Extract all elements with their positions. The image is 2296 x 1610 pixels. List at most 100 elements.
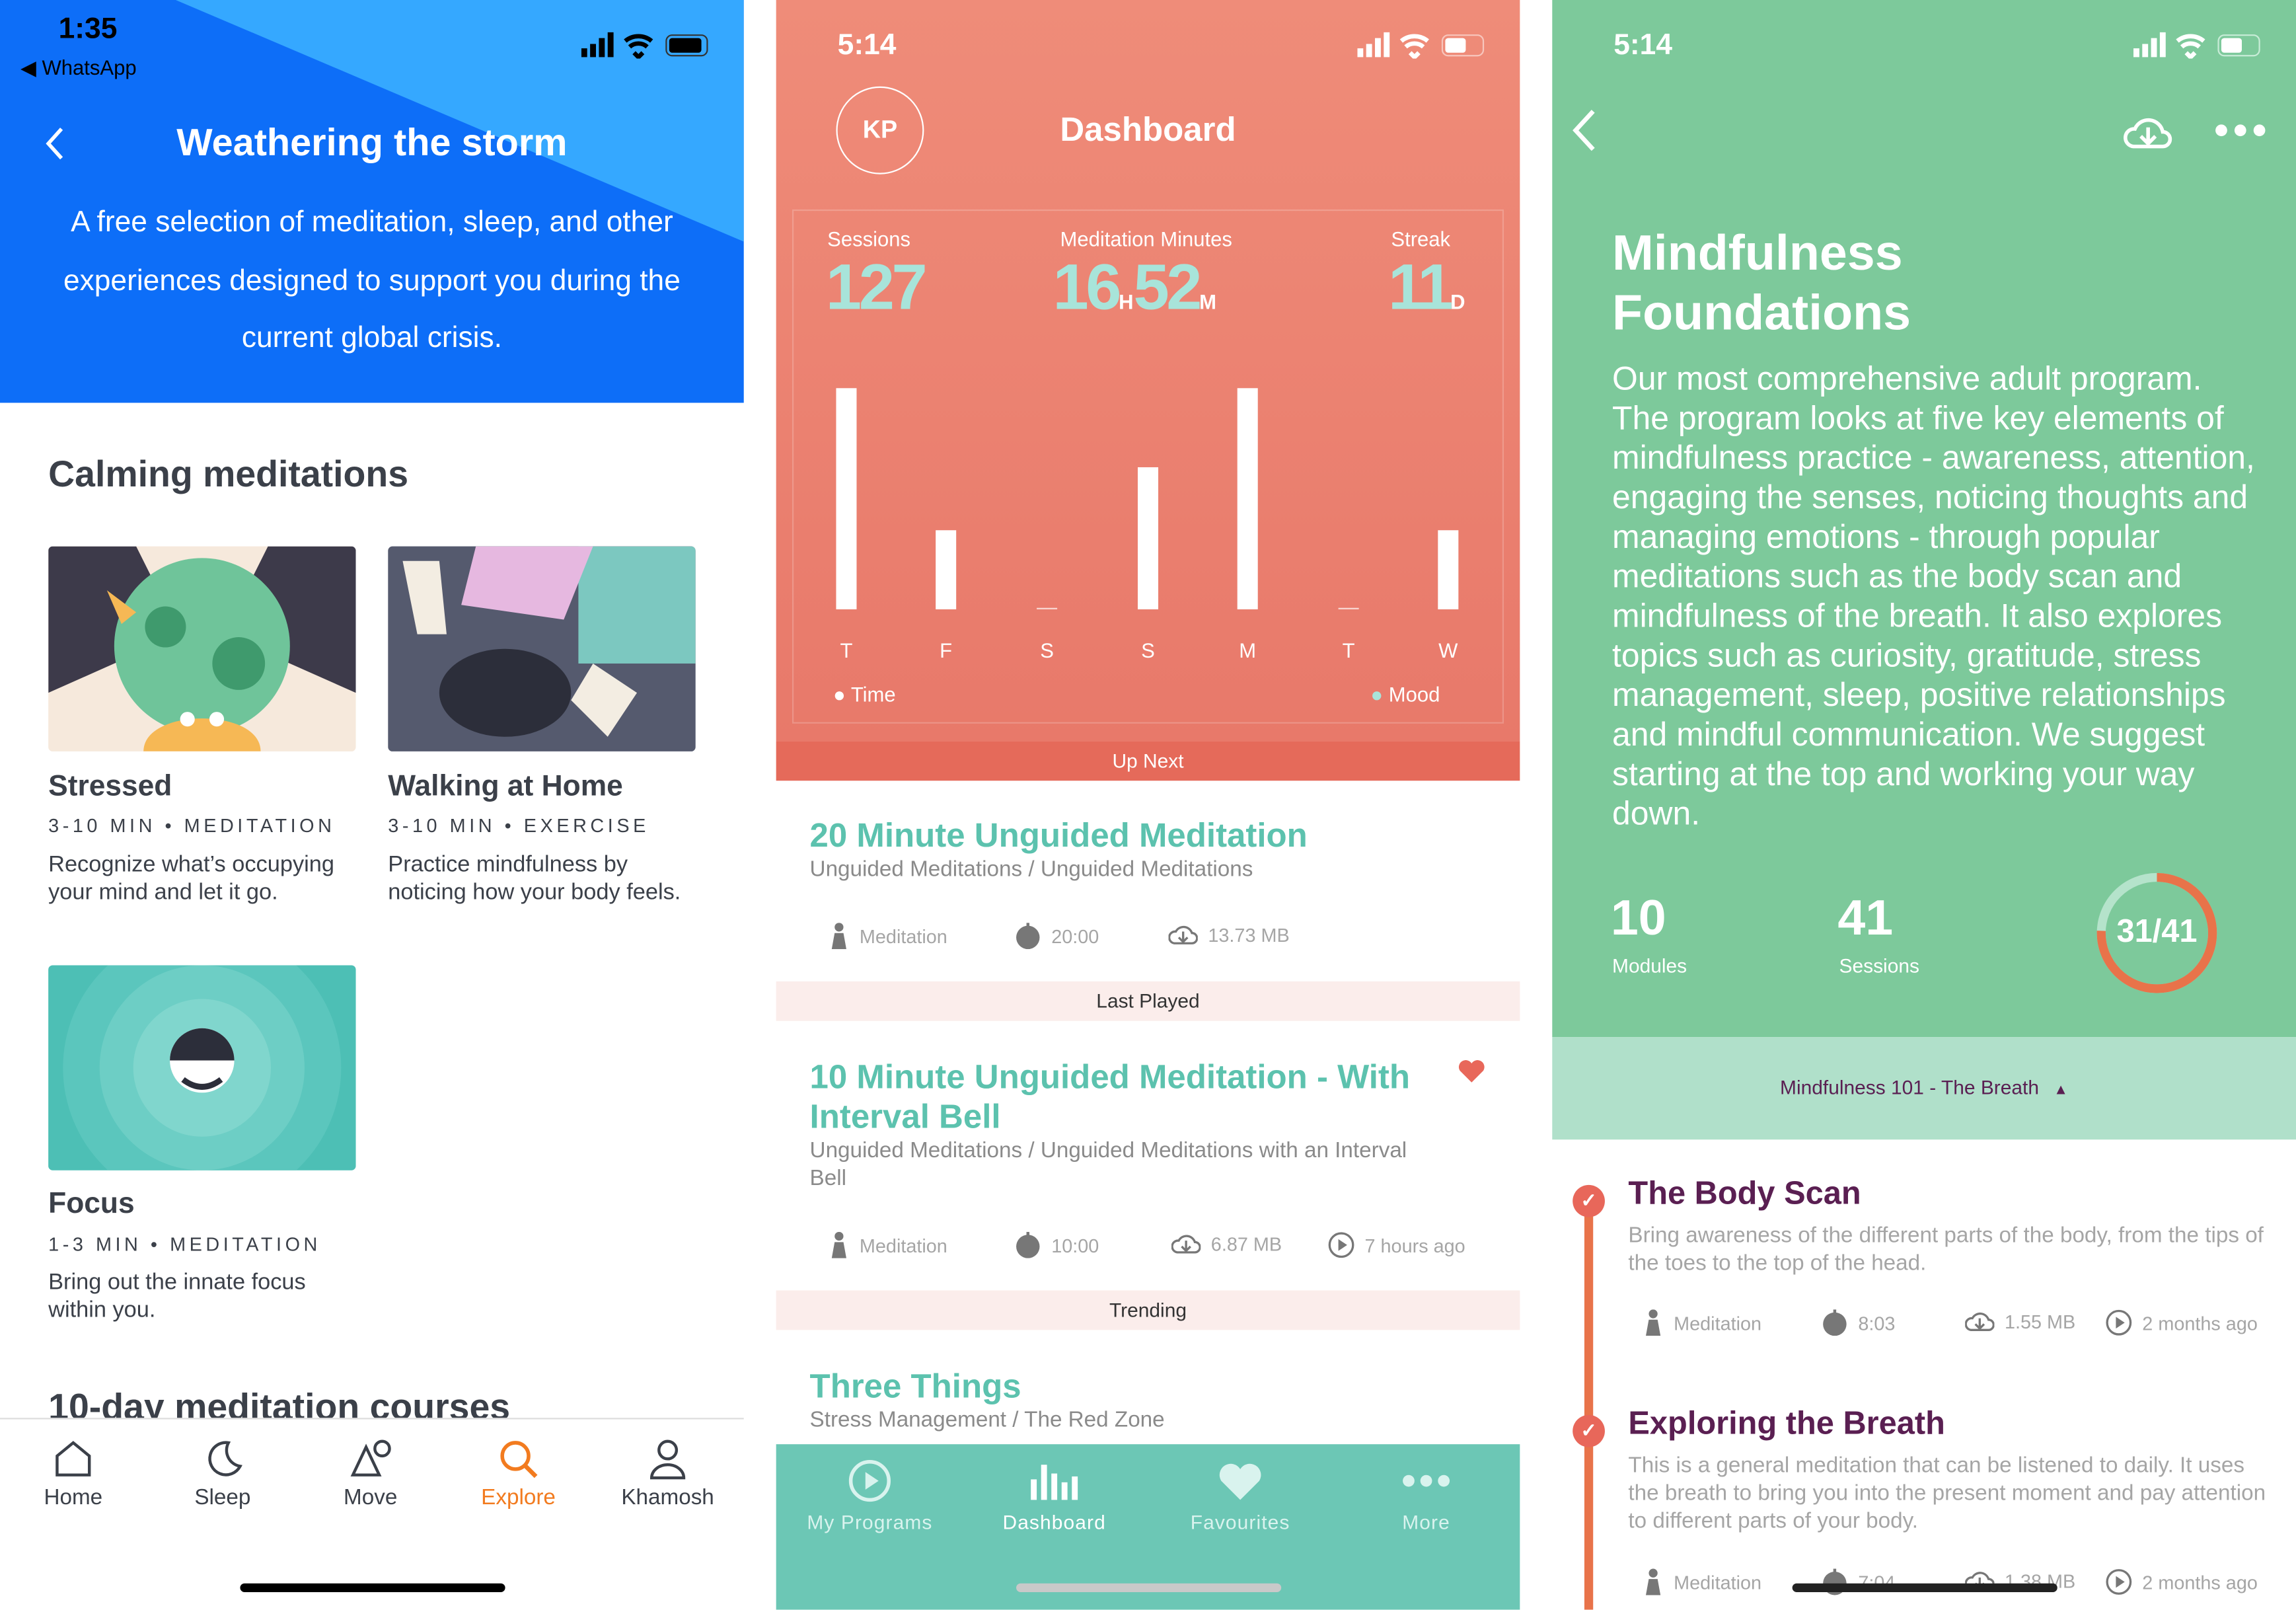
cloud-download-icon: [1168, 925, 1198, 944]
chart-day-label: S: [1040, 638, 1054, 662]
sessions-value: 127: [825, 252, 928, 324]
status-time: 5:14: [1613, 29, 1672, 62]
lesson-size: 1.55 MB: [1965, 1309, 2075, 1332]
program-title: Mindfulness Foundations: [1612, 225, 1911, 342]
lesson-duration: 8:03: [1822, 1309, 1895, 1336]
home-indicator[interactable]: [240, 1583, 505, 1593]
tab-more[interactable]: More: [1339, 1459, 1514, 1533]
item-last-played: 7 hours ago: [1328, 1232, 1465, 1258]
lesson-title[interactable]: Exploring the Breath: [1628, 1404, 1944, 1443]
lesson-type: Meditation: [1643, 1568, 1761, 1595]
program-detail-screen: 5:14 Mindfulness Foundations Our most co…: [1552, 0, 2296, 1610]
cloud-download-icon: [1171, 1235, 1201, 1254]
status-time: 5:14: [837, 29, 897, 62]
tab-move[interactable]: Move: [305, 1438, 436, 1510]
more-icon[interactable]: [2214, 122, 2267, 139]
header-description: A free selection of meditation, sleep, a…: [63, 206, 681, 355]
card-title[interactable]: Walking at Home: [388, 771, 622, 804]
status-time: 1:35: [58, 13, 118, 46]
card-description: Bring out the innate focus within you.: [48, 1270, 306, 1323]
progress-text: 31/41: [2116, 912, 2198, 950]
sessions-label: Sessions: [1839, 954, 1919, 978]
headspace-explore-screen: 1:35 ◀ WhatsApp Weathering the storm A f…: [0, 0, 744, 1610]
item-size: 6.87 MB: [1171, 1232, 1282, 1255]
tab-sleep[interactable]: Sleep: [157, 1438, 288, 1510]
more-icon: [1403, 1475, 1450, 1487]
legend-time: ● Time: [833, 682, 896, 707]
meditation-icon: [1646, 1309, 1661, 1336]
minutes-value: 16H52M: [1053, 252, 1217, 324]
chart-bar: [1137, 467, 1159, 609]
tab-dashboard[interactable]: Dashboard: [967, 1459, 1142, 1533]
focus-card-image[interactable]: [48, 965, 356, 1170]
sessions-count: 41: [1837, 890, 1894, 946]
chart-bar: [1438, 529, 1459, 609]
item-duration: 20:00: [1015, 923, 1099, 950]
heart-icon[interactable]: [1457, 1057, 1486, 1084]
lesson-title[interactable]: The Body Scan: [1628, 1174, 1861, 1213]
stopwatch-icon: [1016, 923, 1040, 950]
play-circle-icon: [2106, 1309, 2132, 1336]
meditation-icon: [831, 1231, 846, 1258]
card-description: Practice mindfulness by noticing how you…: [388, 852, 681, 905]
status-icons: [2133, 32, 2260, 59]
lesson-description: Bring awareness of the different parts o…: [1628, 1223, 2264, 1276]
home-indicator[interactable]: [1792, 1583, 2057, 1593]
page-title: Weathering the storm: [176, 120, 568, 165]
item-type: Meditation: [829, 923, 947, 950]
trending-header: Trending: [776, 1290, 1520, 1330]
chart-day-label: F: [940, 638, 953, 662]
tab-favourites[interactable]: Favourites: [1152, 1459, 1328, 1533]
card-meta: 3-10 MIN • MEDITATION: [48, 814, 336, 837]
home-indicator[interactable]: [1016, 1583, 1282, 1593]
sessions-label: Sessions: [827, 227, 911, 250]
modules-label: Modules: [1612, 954, 1687, 978]
play-circle-icon: [848, 1459, 891, 1502]
weekly-chart: TFSSMTW: [776, 366, 1520, 673]
shapes-icon: [350, 1439, 391, 1476]
dashboard-screen: 5:14 KP Dashboard Sessions 127 Meditatio…: [776, 0, 1520, 1610]
item-subtitle: Unguided Meditations / Unguided Meditati…: [809, 1137, 1407, 1191]
walking-card-image[interactable]: [388, 546, 696, 751]
item-type: Meditation: [829, 1231, 947, 1258]
play-circle-icon: [2106, 1569, 2132, 1595]
tab-home[interactable]: Home: [7, 1438, 139, 1510]
caret-up-icon: ▲: [2054, 1082, 2069, 1099]
stopwatch-icon: [1823, 1309, 1847, 1336]
card-description: Recognize what’s occupying your mind and…: [48, 852, 334, 905]
item-title[interactable]: Three Things: [810, 1367, 1454, 1406]
chart-bar: [836, 388, 857, 609]
stopwatch-icon: [1016, 1231, 1040, 1258]
card-title[interactable]: Focus: [48, 1188, 135, 1221]
back-chevron-icon[interactable]: [1570, 108, 1599, 152]
tab-my-programs[interactable]: My Programs: [782, 1459, 957, 1533]
bars-icon: [1031, 1465, 1078, 1500]
module-selector-label[interactable]: Mindfulness 101 - The Breath ▲: [1552, 1077, 2296, 1098]
tab-explore[interactable]: Explore: [453, 1438, 584, 1510]
cloud-download-icon[interactable]: [2123, 111, 2172, 149]
streak-value: 11D: [1388, 252, 1465, 324]
back-to-app-link[interactable]: ◀ WhatsApp: [20, 56, 137, 81]
page-title: Dashboard: [1060, 110, 1236, 148]
tab-profile[interactable]: Khamosh: [602, 1438, 733, 1510]
status-icons: [1357, 32, 1485, 59]
chart-day-label: M: [1239, 638, 1257, 662]
completed-check-icon: ✓: [1573, 1184, 1605, 1217]
chart-day-label: W: [1438, 638, 1458, 662]
item-subtitle: Stress Management / The Red Zone: [809, 1407, 1165, 1433]
item-title[interactable]: 10 Minute Unguided Meditation - With Int…: [810, 1057, 1454, 1137]
card-title[interactable]: Stressed: [48, 771, 172, 804]
stressed-card-image[interactable]: [48, 546, 356, 751]
chart-day-label: T: [840, 638, 853, 662]
legend-dot: ●: [1370, 682, 1389, 707]
lesson-last-played: 2 months ago: [2106, 1309, 2258, 1336]
chart-day-label: S: [1141, 638, 1155, 662]
item-title[interactable]: 20 Minute Unguided Meditation: [810, 816, 1454, 855]
lesson-last-played: 2 months ago: [2106, 1569, 2258, 1595]
back-triangle-icon: ◀: [20, 56, 42, 79]
last-played-header: Last Played: [776, 981, 1520, 1021]
play-circle-icon: [1328, 1232, 1354, 1258]
modules-count: 10: [1610, 890, 1666, 946]
cloud-download-icon: [1965, 1312, 1995, 1331]
timeline-line: [1584, 1201, 1594, 1610]
